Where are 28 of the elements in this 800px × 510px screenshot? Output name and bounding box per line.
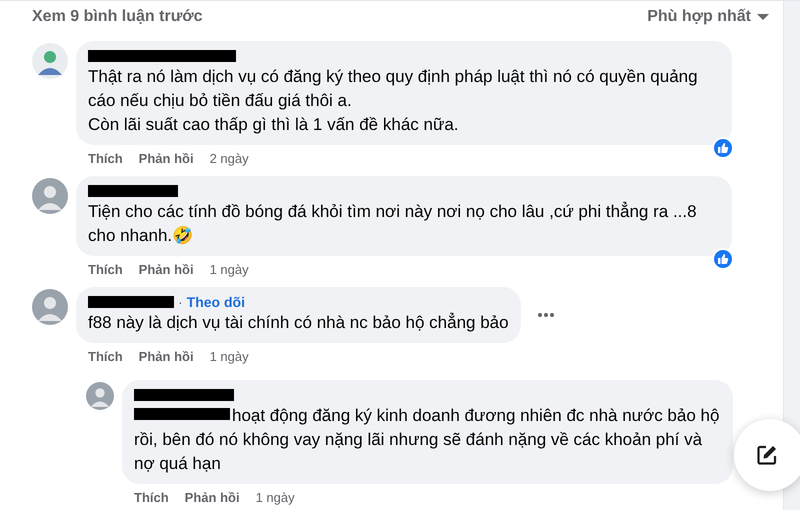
separator-dot: ·: [178, 294, 183, 310]
reply-link[interactable]: Phản hồi: [184, 490, 240, 505]
reply-link[interactable]: Phản hồi: [138, 349, 194, 364]
avatar[interactable]: [32, 178, 68, 214]
view-previous-comments-link[interactable]: Xem 9 bình luận trước: [32, 8, 203, 26]
timestamp[interactable]: 2 ngày: [210, 151, 249, 166]
more-options-icon[interactable]: [536, 312, 555, 318]
reply-link[interactable]: Phản hồi: [138, 262, 194, 277]
comment-text: f88 này là dịch vụ tài chính có nhà nc bảo hộ chẳng bảo: [88, 313, 509, 332]
follow-link[interactable]: Theo dõi: [186, 294, 245, 310]
avatar[interactable]: [86, 382, 114, 410]
timestamp[interactable]: 1 ngày: [256, 490, 295, 505]
caret-icon: [757, 13, 769, 21]
avatar[interactable]: [32, 43, 68, 79]
avatar[interactable]: [32, 289, 68, 325]
reply-link[interactable]: Phản hồi: [138, 151, 194, 166]
comment-text: Thật ra nó làm dịch vụ có đăng ký theo quy định pháp luật thì nó có quyền quảng cáo nếu chịu bỏ tiền đấu giá thôi a. Còn lãi suất cao thấp gì thì là 1 vấn đề khác nữa.: [88, 67, 698, 134]
compose-button[interactable]: [734, 419, 800, 491]
like-link[interactable]: Thích: [88, 262, 123, 277]
comment-text: Tiện cho các tính đồ bóng đá khỏi tìm nơi này nơi nọ cho lâu ,cứ phi thẳng ra ...8 cho nhanh.🤣: [88, 202, 697, 245]
like-link[interactable]: Thích: [88, 349, 123, 364]
like-link[interactable]: Thích: [134, 490, 169, 505]
comment-text: hoạt động đăng ký kinh doanh đương nhiên đc nhà nước bảo hộ rồi, bên đó nó không vay nặng lãi nhưng sẽ đánh nặng về các khoản phí và nợ quá hạn: [134, 406, 720, 473]
timestamp[interactable]: 1 ngày: [210, 349, 249, 364]
timestamp[interactable]: 1 ngày: [210, 262, 249, 277]
sort-dropdown[interactable]: Phù hợp nhất: [647, 8, 769, 26]
edit-icon: [755, 443, 779, 467]
like-link[interactable]: Thích: [88, 151, 123, 166]
